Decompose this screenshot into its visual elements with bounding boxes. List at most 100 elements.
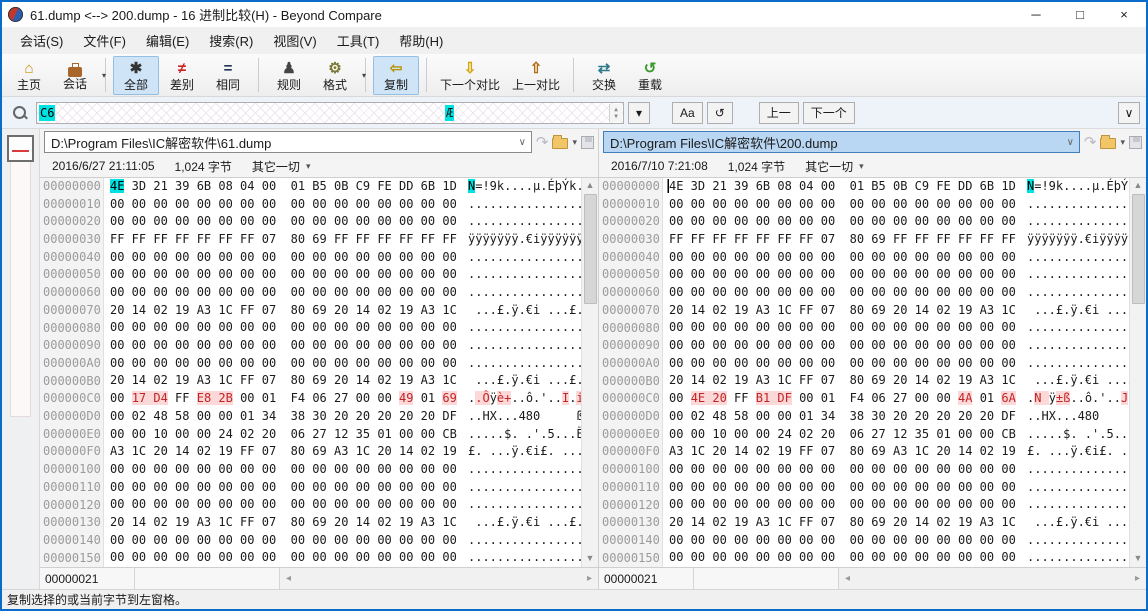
save-icon[interactable]: [581, 136, 594, 149]
ascii-text[interactable]: ................: [1027, 479, 1143, 497]
hex-bytes[interactable]: 00 00 00 00 00 00 00 00 00 00 00 00 00 0…: [669, 249, 1019, 267]
ascii-text[interactable]: ................: [468, 532, 584, 550]
diffs-button[interactable]: ≠差别: [159, 56, 205, 95]
ascii-text[interactable]: ...£.ÿ.€i ...£.: [1027, 514, 1143, 532]
chevron-down-icon[interactable]: ∨: [1067, 137, 1074, 148]
ascii-text[interactable]: ................: [1027, 549, 1143, 567]
hex-row[interactable]: 00 00 00 00 00 00 00 00 00 00 00 00 00 0…: [669, 549, 1146, 567]
hex-row[interactable]: 20 14 02 19 A3 1C FF 07 80 69 20 14 02 1…: [110, 302, 598, 320]
overview-gutter[interactable]: [2, 129, 40, 589]
ascii-text[interactable]: ...£.ÿ.€i ...£.: [1027, 372, 1143, 390]
left-path-combo[interactable]: D:\Program Files\IC解密软件\61.dump ∨: [44, 131, 532, 153]
close-button[interactable]: ×: [1102, 2, 1146, 27]
scroll-right-icon[interactable]: ▸: [1129, 573, 1146, 584]
hex-bytes[interactable]: 00 00 00 00 00 00 00 00 00 00 00 00 00 0…: [669, 266, 1019, 284]
hex-row[interactable]: 00 17 D4 FF E8 2B 00 01 F4 06 27 00 00 4…: [110, 390, 598, 408]
scroll-thumb[interactable]: [584, 194, 597, 304]
hex-bytes[interactable]: 00 00 00 00 00 00 00 00 00 00 00 00 00 0…: [110, 284, 460, 302]
ascii-text[interactable]: .....$. .'.5...Ë: [468, 426, 584, 444]
hex-bytes[interactable]: 00 17 D4 FF E8 2B 00 01 F4 06 27 00 00 4…: [110, 390, 460, 408]
ascii-text[interactable]: ................: [468, 549, 584, 567]
ascii-text[interactable]: ...£.ÿ.€i ...£.: [468, 372, 584, 390]
hex-row[interactable]: 00 00 00 00 00 00 00 00 00 00 00 00 00 0…: [110, 355, 598, 373]
hex-row[interactable]: 00 00 00 00 00 00 00 00 00 00 00 00 00 0…: [110, 479, 598, 497]
hex-bytes[interactable]: 00 00 00 00 00 00 00 00 00 00 00 00 00 0…: [669, 196, 1019, 214]
hex-row[interactable]: 00 00 00 00 00 00 00 00 00 00 00 00 00 0…: [110, 249, 598, 267]
left-filter-dropdown[interactable]: 其它一切 ▾: [252, 158, 311, 175]
all-button[interactable]: ✱全部: [113, 56, 159, 95]
hex-bytes[interactable]: A3 1C 20 14 02 19 FF 07 80 69 A3 1C 20 1…: [669, 443, 1019, 461]
hex-row[interactable]: 00 00 00 00 00 00 00 00 00 00 00 00 00 0…: [669, 249, 1146, 267]
menu-item[interactable]: 视图(V): [263, 27, 326, 54]
hex-row[interactable]: 4E 3D 21 39 6B 08 04 00 01 B5 0B C9 FE D…: [110, 178, 598, 196]
hex-bytes[interactable]: 00 00 00 00 00 00 00 00 00 00 00 00 00 0…: [669, 337, 1019, 355]
ascii-text[interactable]: N=!9k....µ.ÉþÝk.: [1027, 178, 1143, 196]
hex-bytes[interactable]: 00 00 00 00 00 00 00 00 00 00 00 00 00 0…: [669, 319, 1019, 337]
same-button[interactable]: =相同: [205, 56, 251, 95]
hex-row[interactable]: 4E 3D 21 39 6B 08 04 00 01 B5 0B C9 FE D…: [669, 178, 1146, 196]
scroll-thumb[interactable]: [1132, 194, 1145, 304]
ascii-text[interactable]: ÿÿÿÿÿÿÿ.€iÿÿÿÿÿÿ: [1027, 231, 1143, 249]
hex-bytes[interactable]: 00 00 00 00 00 00 00 00 00 00 00 00 00 0…: [110, 461, 460, 479]
ascii-text[interactable]: ................: [1027, 249, 1143, 267]
hex-row[interactable]: 00 00 00 00 00 00 00 00 00 00 00 00 00 0…: [669, 284, 1146, 302]
hex-bytes[interactable]: 00 4E 20 FF B1 DF 00 01 F4 06 27 00 00 4…: [669, 390, 1019, 408]
hex-bytes[interactable]: 00 00 00 00 00 00 00 00 00 00 00 00 00 0…: [110, 196, 460, 214]
hex-row[interactable]: 00 00 10 00 00 24 02 20 06 27 12 35 01 0…: [110, 426, 598, 444]
right-path-combo[interactable]: D:\Program Files\IC解密软件\200.dump ∨: [603, 131, 1080, 153]
ascii-text[interactable]: ................: [1027, 532, 1143, 550]
hex-row[interactable]: 00 00 00 00 00 00 00 00 00 00 00 00 00 0…: [669, 266, 1146, 284]
scroll-up-icon[interactable]: ▲: [1134, 178, 1143, 194]
hex-bytes[interactable]: 00 00 00 00 00 00 00 00 00 00 00 00 00 0…: [110, 496, 460, 514]
hex-row[interactable]: FF FF FF FF FF FF FF 07 80 69 FF FF FF F…: [669, 231, 1146, 249]
overview-viewport-box[interactable]: [7, 135, 34, 162]
hex-bytes[interactable]: 00 00 00 00 00 00 00 00 00 00 00 00 00 0…: [669, 479, 1019, 497]
hex-bytes[interactable]: 20 14 02 19 A3 1C FF 07 80 69 20 14 02 1…: [110, 372, 460, 390]
hex-row[interactable]: 20 14 02 19 A3 1C FF 07 80 69 20 14 02 1…: [110, 372, 598, 390]
hex-row[interactable]: 20 14 02 19 A3 1C FF 07 80 69 20 14 02 1…: [669, 514, 1146, 532]
menu-item[interactable]: 搜索(R): [199, 27, 263, 54]
reload-button[interactable]: ↺重载: [627, 56, 673, 95]
copy-button[interactable]: ⇦复制: [373, 56, 419, 95]
hex-bytes[interactable]: 00 00 00 00 00 00 00 00 00 00 00 00 00 0…: [110, 319, 460, 337]
ascii-text[interactable]: ................: [468, 284, 584, 302]
ascii-text[interactable]: £. ...ÿ.€i£. ...: [1027, 443, 1143, 461]
hex-bytes[interactable]: 20 14 02 19 A3 1C FF 07 80 69 20 14 02 1…: [110, 302, 460, 320]
overview-strip[interactable]: [10, 162, 31, 417]
ascii-text[interactable]: ................: [1027, 213, 1143, 231]
swap-button[interactable]: ⇄交换: [581, 56, 627, 95]
hex-row[interactable]: 00 00 00 00 00 00 00 00 00 00 00 00 00 0…: [669, 532, 1146, 550]
ascii-text[interactable]: ................: [468, 213, 584, 231]
find-next-button[interactable]: 下一个: [803, 102, 855, 124]
hex-bytes[interactable]: A3 1C 20 14 02 19 FF 07 80 69 A3 1C 20 1…: [110, 443, 460, 461]
menu-item[interactable]: 帮助(H): [389, 27, 453, 54]
right-filter-dropdown[interactable]: 其它一切 ▾: [805, 158, 864, 175]
hex-row[interactable]: 00 00 00 00 00 00 00 00 00 00 00 00 00 0…: [669, 213, 1146, 231]
search-reset-button[interactable]: ↺: [707, 102, 733, 124]
hex-bytes[interactable]: 00 02 48 58 00 00 01 34 38 30 20 20 20 2…: [669, 408, 1019, 426]
hex-bytes[interactable]: 00 00 00 00 00 00 00 00 00 00 00 00 00 0…: [110, 549, 460, 567]
ascii-text[interactable]: ................: [468, 479, 584, 497]
menu-item[interactable]: 会话(S): [10, 27, 73, 54]
ascii-text[interactable]: ..HX...480 ß: [468, 408, 584, 426]
hex-row[interactable]: 00 00 10 00 00 24 02 20 06 27 12 35 01 0…: [669, 426, 1146, 444]
match-case-button[interactable]: Aa: [672, 102, 703, 124]
hex-row[interactable]: 00 02 48 58 00 00 01 34 38 30 20 20 20 2…: [110, 408, 598, 426]
scroll-up-icon[interactable]: ▲: [586, 178, 595, 194]
hex-row[interactable]: 00 00 00 00 00 00 00 00 00 00 00 00 00 0…: [110, 496, 598, 514]
hex-row[interactable]: 20 14 02 19 A3 1C FF 07 80 69 20 14 02 1…: [669, 372, 1146, 390]
save-icon[interactable]: [1129, 136, 1142, 149]
format-button[interactable]: ⚙格式▾: [312, 56, 358, 95]
ascii-text[interactable]: ................: [1027, 337, 1143, 355]
hex-bytes[interactable]: 00 00 10 00 00 24 02 20 06 27 12 35 01 0…: [669, 426, 1019, 444]
hex-row[interactable]: 00 00 00 00 00 00 00 00 00 00 00 00 00 0…: [669, 196, 1146, 214]
ascii-text[interactable]: ................: [1027, 284, 1143, 302]
swap-sides-icon[interactable]: ↷: [1084, 133, 1097, 151]
hex-bytes[interactable]: 4E 3D 21 39 6B 08 04 00 01 B5 0B C9 FE D…: [669, 178, 1019, 196]
right-vertical-scrollbar[interactable]: ▲ ▼: [1129, 178, 1146, 567]
hex-bytes[interactable]: 20 14 02 19 A3 1C FF 07 80 69 20 14 02 1…: [110, 514, 460, 532]
ascii-text[interactable]: ................: [1027, 319, 1143, 337]
hex-row[interactable]: 00 00 00 00 00 00 00 00 00 00 00 00 00 0…: [110, 461, 598, 479]
ascii-text[interactable]: .N ÿ±ß..ô.'..J.j: [1027, 390, 1143, 408]
hex-row[interactable]: 00 00 00 00 00 00 00 00 00 00 00 00 00 0…: [110, 549, 598, 567]
